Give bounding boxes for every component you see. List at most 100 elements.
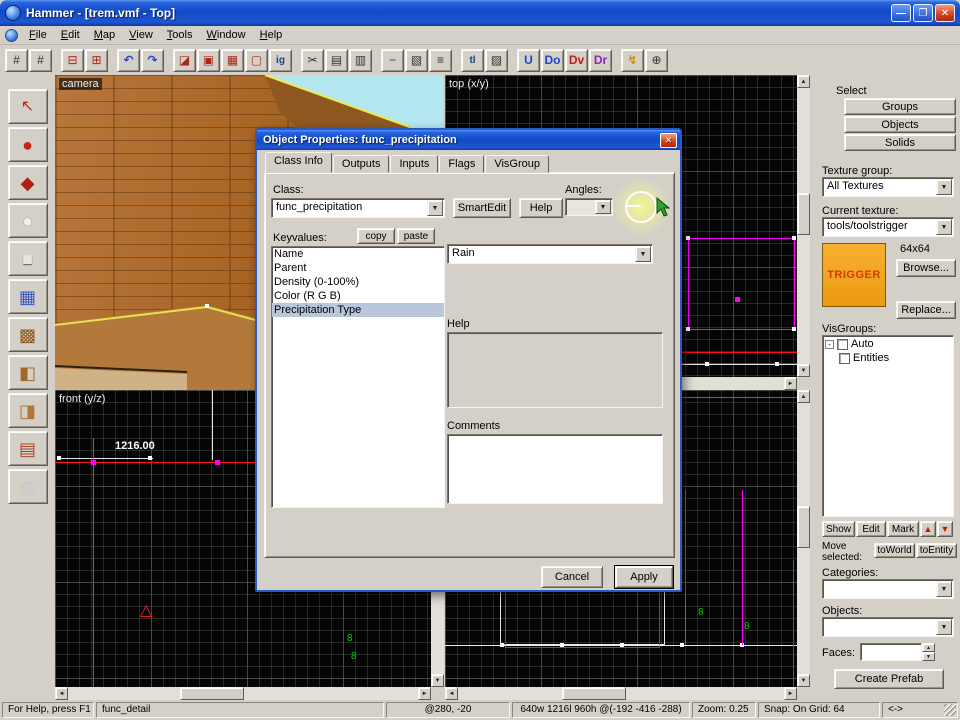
entity-tool-button[interactable]: ● [7, 203, 48, 238]
tab-class-info[interactable]: Class Info [265, 152, 332, 173]
dropdown-arrow-icon[interactable]: ▼ [427, 200, 443, 216]
top-viewport-vscrollbar[interactable]: ▲ ▼ [797, 75, 810, 377]
pointer-mode-button[interactable]: ⊕ [645, 48, 668, 72]
minimize-button[interactable]: — [891, 4, 911, 22]
redo-button[interactable]: ↷ [141, 48, 164, 72]
angles-combo[interactable]: ▼ [565, 198, 613, 216]
side-viewport-vscrollbar[interactable]: ▲ ▼ [797, 390, 810, 687]
visgroup-entities-checkbox[interactable] [839, 352, 850, 364]
create-prefab-button[interactable]: Create Prefab [834, 669, 944, 689]
dropdown-arrow-icon[interactable]: ▼ [936, 619, 952, 635]
cancel-button[interactable]: Cancel [541, 566, 603, 588]
comments-box[interactable] [447, 434, 663, 504]
overlay-filter-button[interactable]: Dr [589, 48, 612, 72]
visgroup-mark-button[interactable]: Mark [887, 521, 919, 537]
close-button[interactable]: ✕ [935, 4, 955, 22]
class-combo[interactable]: func_precipitation ▼ [271, 198, 445, 218]
group-button[interactable]: ▦ [221, 48, 244, 72]
texture-group-combo[interactable]: All Textures ▼ [822, 177, 954, 197]
dropdown-arrow-icon[interactable]: ▼ [595, 200, 611, 214]
dialog-titlebar[interactable]: Object Properties: func_precipitation ✕ [257, 130, 680, 150]
scroll-down-icon[interactable]: ▼ [797, 674, 810, 687]
clipping-tool-button[interactable]: ▤ [7, 431, 48, 466]
apply-overlays-tool-button[interactable]: ◨ [7, 393, 48, 428]
menu-tools[interactable]: Tools [160, 27, 200, 43]
paste-keyvalues-button[interactable]: paste [397, 228, 435, 244]
side-viewport-hscrollbar[interactable]: ◄ ► [445, 687, 797, 700]
block-tool-button[interactable]: ■ [7, 241, 48, 276]
scroll-thumb[interactable] [180, 687, 244, 700]
scroll-track[interactable] [797, 403, 810, 674]
select-groups-button[interactable]: Groups [844, 98, 956, 115]
menu-view[interactable]: View [122, 27, 160, 43]
ignore-groups-button[interactable]: ig [269, 48, 292, 72]
scroll-right-icon[interactable]: ► [418, 687, 431, 700]
replace-button[interactable]: Replace... [896, 301, 956, 319]
dropdown-arrow-icon[interactable]: ▼ [936, 581, 952, 597]
hide-unselected-button[interactable]: ▧ [405, 48, 428, 72]
menu-map[interactable]: Map [87, 27, 122, 43]
make-hollow-button[interactable]: ▣ [197, 48, 220, 72]
keyvalue-item-name[interactable]: Name [272, 247, 444, 261]
browse-button[interactable]: Browse... [896, 259, 956, 277]
apply-button[interactable]: Apply [614, 565, 674, 589]
keyvalue-item-density[interactable]: Density (0-100%) [272, 275, 444, 289]
toggle-grid-button[interactable]: # [5, 48, 28, 72]
scroll-right-icon[interactable]: ► [784, 687, 797, 700]
select-objects-button[interactable]: Objects [844, 116, 956, 133]
tab-flags[interactable]: Flags [439, 155, 485, 173]
scroll-down-icon[interactable]: ▼ [797, 364, 810, 377]
tree-expander-icon[interactable]: - [825, 339, 834, 349]
menu-window[interactable]: Window [199, 27, 252, 43]
carve-button[interactable]: ◪ [173, 48, 196, 72]
current-texture-combo[interactable]: tools/toolstrigger ▼ [822, 217, 954, 237]
scroll-thumb[interactable] [797, 505, 810, 548]
texture-application-button[interactable]: ▨ [485, 48, 508, 72]
smartedit-button[interactable]: SmartEdit [453, 198, 511, 218]
undo-button[interactable]: ↶ [117, 48, 140, 72]
tab-outputs[interactable]: Outputs [332, 155, 390, 173]
copy-button[interactable]: ▤ [325, 48, 348, 72]
paste-button[interactable]: ▥ [349, 48, 372, 72]
categories-combo[interactable]: ▼ [822, 579, 954, 599]
toggle-3d-grid-button[interactable]: # [29, 48, 52, 72]
displacement-mask-button[interactable]: U [517, 48, 540, 72]
apply-current-texture-tool-button[interactable]: ▩ [7, 317, 48, 352]
magnify-tool-button[interactable]: ● [7, 127, 48, 162]
scroll-track[interactable] [68, 687, 418, 700]
keyvalues-list[interactable]: Name Parent Density (0-100%) Color (R G … [271, 246, 445, 508]
angle-dial[interactable] [625, 191, 657, 223]
scroll-up-icon[interactable]: ▲ [797, 75, 810, 88]
ungroup-button[interactable]: ▢ [245, 48, 268, 72]
scroll-down-icon[interactable]: ▼ [431, 674, 444, 687]
faces-spinner[interactable]: ▲ ▼ [922, 643, 935, 661]
menu-help[interactable]: Help [253, 27, 290, 43]
visgroup-row-auto[interactable]: - Auto [823, 336, 953, 350]
camera-tool-button[interactable]: ◆ [7, 165, 48, 200]
scroll-left-icon[interactable]: ◄ [55, 687, 68, 700]
scroll-up-icon[interactable]: ▲ [797, 390, 810, 403]
selection-tool-button[interactable]: ↖ [7, 89, 48, 124]
move-down-button[interactable]: ▼ [937, 521, 953, 537]
maximize-button[interactable]: ❐ [913, 4, 933, 22]
scroll-track[interactable] [797, 88, 810, 364]
dropdown-arrow-icon[interactable]: ▼ [635, 246, 651, 262]
menu-edit[interactable]: Edit [54, 27, 87, 43]
scroll-left-icon[interactable]: ◄ [445, 687, 458, 700]
visgroup-show-button[interactable]: Show [822, 521, 855, 537]
scroll-track[interactable] [458, 687, 784, 700]
spinner-down-icon[interactable]: ▼ [922, 652, 935, 661]
tab-visgroup[interactable]: VisGroup [485, 155, 549, 173]
keyvalue-item-color[interactable]: Color (R G B) [272, 289, 444, 303]
texture-application-tool-button[interactable]: ▦ [7, 279, 48, 314]
larger-grid-button[interactable]: ⊞ [85, 48, 108, 72]
select-solids-button[interactable]: Solids [844, 134, 956, 151]
scroll-right-icon[interactable]: ► [784, 377, 797, 390]
faces-field[interactable] [860, 643, 922, 661]
scroll-thumb[interactable] [797, 192, 810, 235]
dropdown-arrow-icon[interactable]: ▼ [936, 179, 952, 195]
move-up-button[interactable]: ▲ [920, 521, 936, 537]
visgroups-list[interactable]: - Auto Entities [822, 335, 954, 517]
titlebar[interactable]: Hammer - [trem.vmf - Top] — ❐ ✕ [0, 0, 960, 26]
visgroup-edit-button[interactable]: Edit [856, 521, 886, 537]
